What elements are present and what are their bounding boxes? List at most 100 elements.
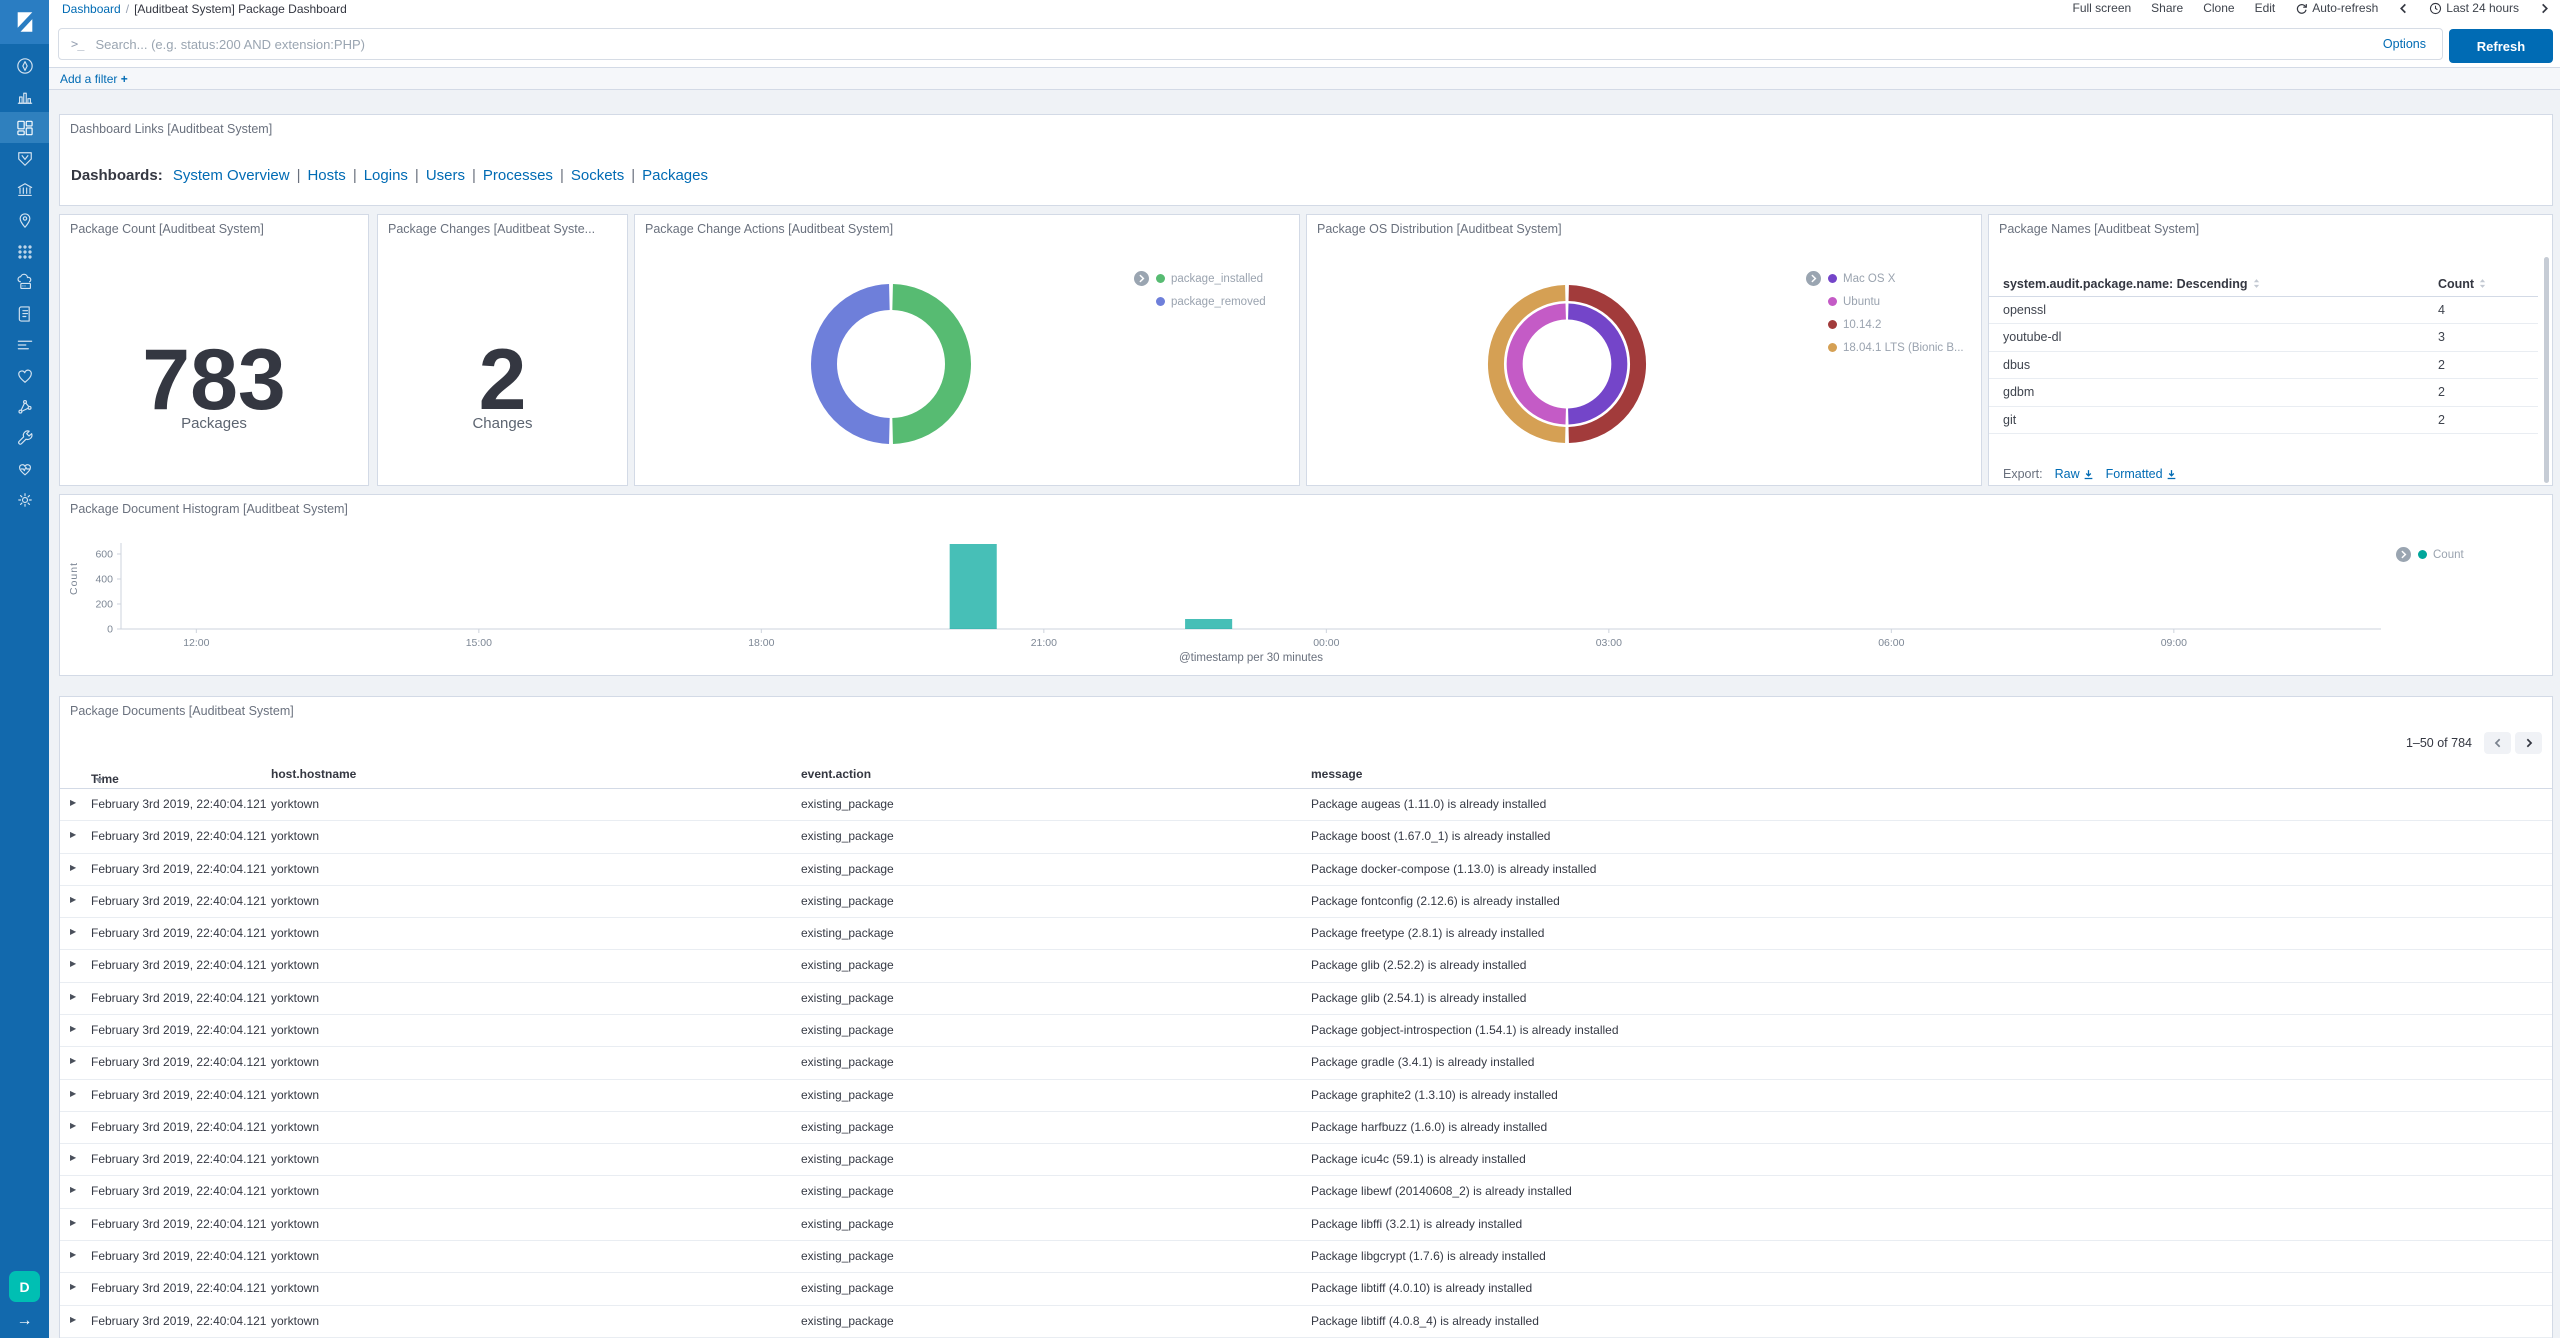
x-tick-label: 12:00 (183, 637, 209, 649)
dashboard-link-hosts[interactable]: Hosts (307, 167, 345, 184)
legend-item-10-14-2[interactable]: 10.14.2 (1828, 313, 1964, 336)
x-tick-label: 15:00 (466, 637, 492, 649)
legend-item-ubuntu[interactable]: Ubuntu (1828, 290, 1964, 313)
sidebar-item-canvas[interactable] (0, 174, 49, 205)
expand-row-icon[interactable]: ▶ (70, 799, 76, 807)
expand-row-icon[interactable]: ▶ (70, 1154, 76, 1162)
time-cell: February 3rd 2019, 22:40:04.121 (91, 1055, 267, 1070)
sidebar-item-visualize[interactable] (0, 81, 49, 112)
previous-page-button[interactable] (2484, 732, 2511, 754)
expand-row-icon[interactable]: ▶ (70, 1283, 76, 1291)
management-icon (17, 492, 32, 507)
sidebar-item-machine-learning[interactable] (0, 236, 49, 267)
donut-slice-package-removed[interactable] (811, 284, 891, 444)
breadcrumb-dashboard-link[interactable]: Dashboard (62, 2, 121, 16)
action-cell: existing_package (801, 1022, 894, 1037)
expand-row-icon[interactable]: ▶ (70, 1250, 76, 1259)
panel-package-names: Package Names [Auditbeat System] system.… (1988, 214, 2553, 486)
time-forward-button[interactable] (2539, 3, 2550, 14)
expand-row-icon[interactable]: ▶ (70, 1121, 76, 1130)
expand-row-icon[interactable]: ▶ (70, 1024, 76, 1033)
add-filter-link[interactable]: Add a filter + (60, 72, 128, 86)
legend-expand-icon[interactable] (1806, 271, 1821, 286)
time-cell: February 3rd 2019, 22:40:04.121 (91, 1281, 267, 1296)
donut-slice-ubuntu[interactable] (1506, 303, 1567, 425)
donut-slice-package-installed[interactable] (891, 284, 971, 444)
sidebar-collapse-arrow[interactable]: → (0, 1312, 49, 1330)
chevron-left-icon (2400, 3, 2407, 13)
count-cell: 2 (2438, 357, 2445, 372)
table-row: youtube-dl 3 (1989, 324, 2538, 352)
action-cell: existing_package (801, 829, 894, 844)
share-button[interactable]: Share (2151, 1, 2183, 15)
next-page-button[interactable] (2515, 732, 2542, 754)
query-options-link[interactable]: Options (2383, 37, 2426, 51)
auto-refresh-button[interactable]: Auto-refresh (2295, 1, 2378, 15)
search-input[interactable] (93, 35, 2383, 53)
space-badge[interactable]: D (9, 1271, 40, 1302)
sidebar-item-infrastructure[interactable] (0, 267, 49, 298)
sidebar-item-dev-tools[interactable] (0, 422, 49, 453)
y-tick-label: 400 (95, 574, 113, 586)
expand-row-icon[interactable]: ▶ (70, 1186, 76, 1194)
expand-row-icon[interactable]: ▶ (70, 960, 76, 968)
y-tick-label: 200 (95, 599, 113, 611)
legend-item-18-04-1-lts-bionic-b[interactable]: 18.04.1 LTS (Bionic B... (1828, 336, 1964, 359)
sidebar-item-graph[interactable] (0, 391, 49, 422)
link-separator: | (414, 167, 419, 184)
expand-row-icon[interactable]: ▶ (70, 1089, 76, 1098)
panel-scrollbar[interactable] (2544, 257, 2549, 483)
message-cell: Package boost (1.67.0_1) is already inst… (1311, 829, 1551, 844)
sidebar-item-maps[interactable] (0, 205, 49, 236)
histogram-bar[interactable] (1185, 619, 1233, 629)
legend-expand-icon[interactable] (1134, 271, 1149, 286)
dashboard-link-processes[interactable]: Processes (483, 167, 553, 184)
time-back-button[interactable] (2398, 3, 2409, 14)
time-range-picker[interactable]: Last 24 hours (2429, 1, 2519, 15)
action-cell: existing_package (801, 1281, 894, 1296)
count-column-header[interactable]: Count (2438, 277, 2486, 292)
full-screen-button[interactable]: Full screen (2072, 1, 2131, 15)
histogram-bar[interactable] (949, 544, 997, 629)
refresh-button[interactable]: Refresh (2449, 29, 2553, 63)
dashboard-link-packages[interactable]: Packages (642, 167, 708, 184)
host-cell: yorktown (271, 958, 320, 973)
edit-button[interactable]: Edit (2255, 1, 2276, 15)
dashboard-link-users[interactable]: Users (426, 167, 465, 184)
sidebar-item-dashboard[interactable] (0, 112, 49, 143)
export-raw-link[interactable]: Raw (2055, 467, 2094, 481)
action-cell: existing_package (801, 1119, 894, 1134)
documents-table-body: ▶ February 3rd 2019, 22:40:04.121 yorktown… (60, 789, 2552, 1338)
sidebar-item-monitoring[interactable] (0, 453, 49, 484)
sidebar-item-logs[interactable] (0, 298, 49, 329)
sidebar-item-uptime[interactable] (0, 360, 49, 391)
dashboard-link-sockets[interactable]: Sockets (571, 167, 624, 184)
expand-row-icon[interactable]: ▶ (70, 1315, 76, 1324)
expand-row-icon[interactable]: ▶ (70, 831, 76, 839)
legend-item-count[interactable]: Count (2418, 543, 2464, 566)
legend-dot (1828, 320, 1837, 329)
legend-item-package-installed[interactable]: package_installed (1156, 267, 1266, 290)
sidebar-item-apm[interactable] (0, 329, 49, 360)
expand-row-icon[interactable]: ▶ (70, 992, 76, 1001)
clone-button[interactable]: Clone (2203, 1, 2234, 15)
legend-item-mac-os-x[interactable]: Mac OS X (1828, 267, 1964, 290)
names-column-header[interactable]: system.audit.package.name: Descending (2003, 277, 2260, 292)
dashboard-link-logins[interactable]: Logins (364, 167, 408, 184)
export-formatted-link[interactable]: Formatted (2106, 467, 2177, 481)
expand-row-icon[interactable]: ▶ (70, 1057, 76, 1065)
expand-row-icon[interactable]: ▶ (70, 1218, 76, 1227)
expand-row-icon[interactable]: ▶ (70, 895, 76, 904)
legend-item-package-removed[interactable]: package_removed (1156, 290, 1266, 313)
kibana-logo[interactable] (0, 0, 49, 44)
legend-expand-icon[interactable] (2396, 547, 2411, 562)
expand-row-icon[interactable]: ▶ (70, 863, 76, 872)
sidebar-item-management[interactable] (0, 484, 49, 515)
expand-row-icon[interactable]: ▶ (70, 928, 76, 936)
donut-slice-mac-os-x[interactable] (1567, 303, 1628, 425)
dashboard-icon (16, 120, 33, 135)
sidebar-item-discover[interactable] (0, 50, 49, 81)
sidebar-item-timelion[interactable] (0, 143, 49, 174)
dashboard-link-system-overview[interactable]: System Overview (173, 167, 290, 184)
histogram-legend: Count (2396, 543, 2464, 566)
